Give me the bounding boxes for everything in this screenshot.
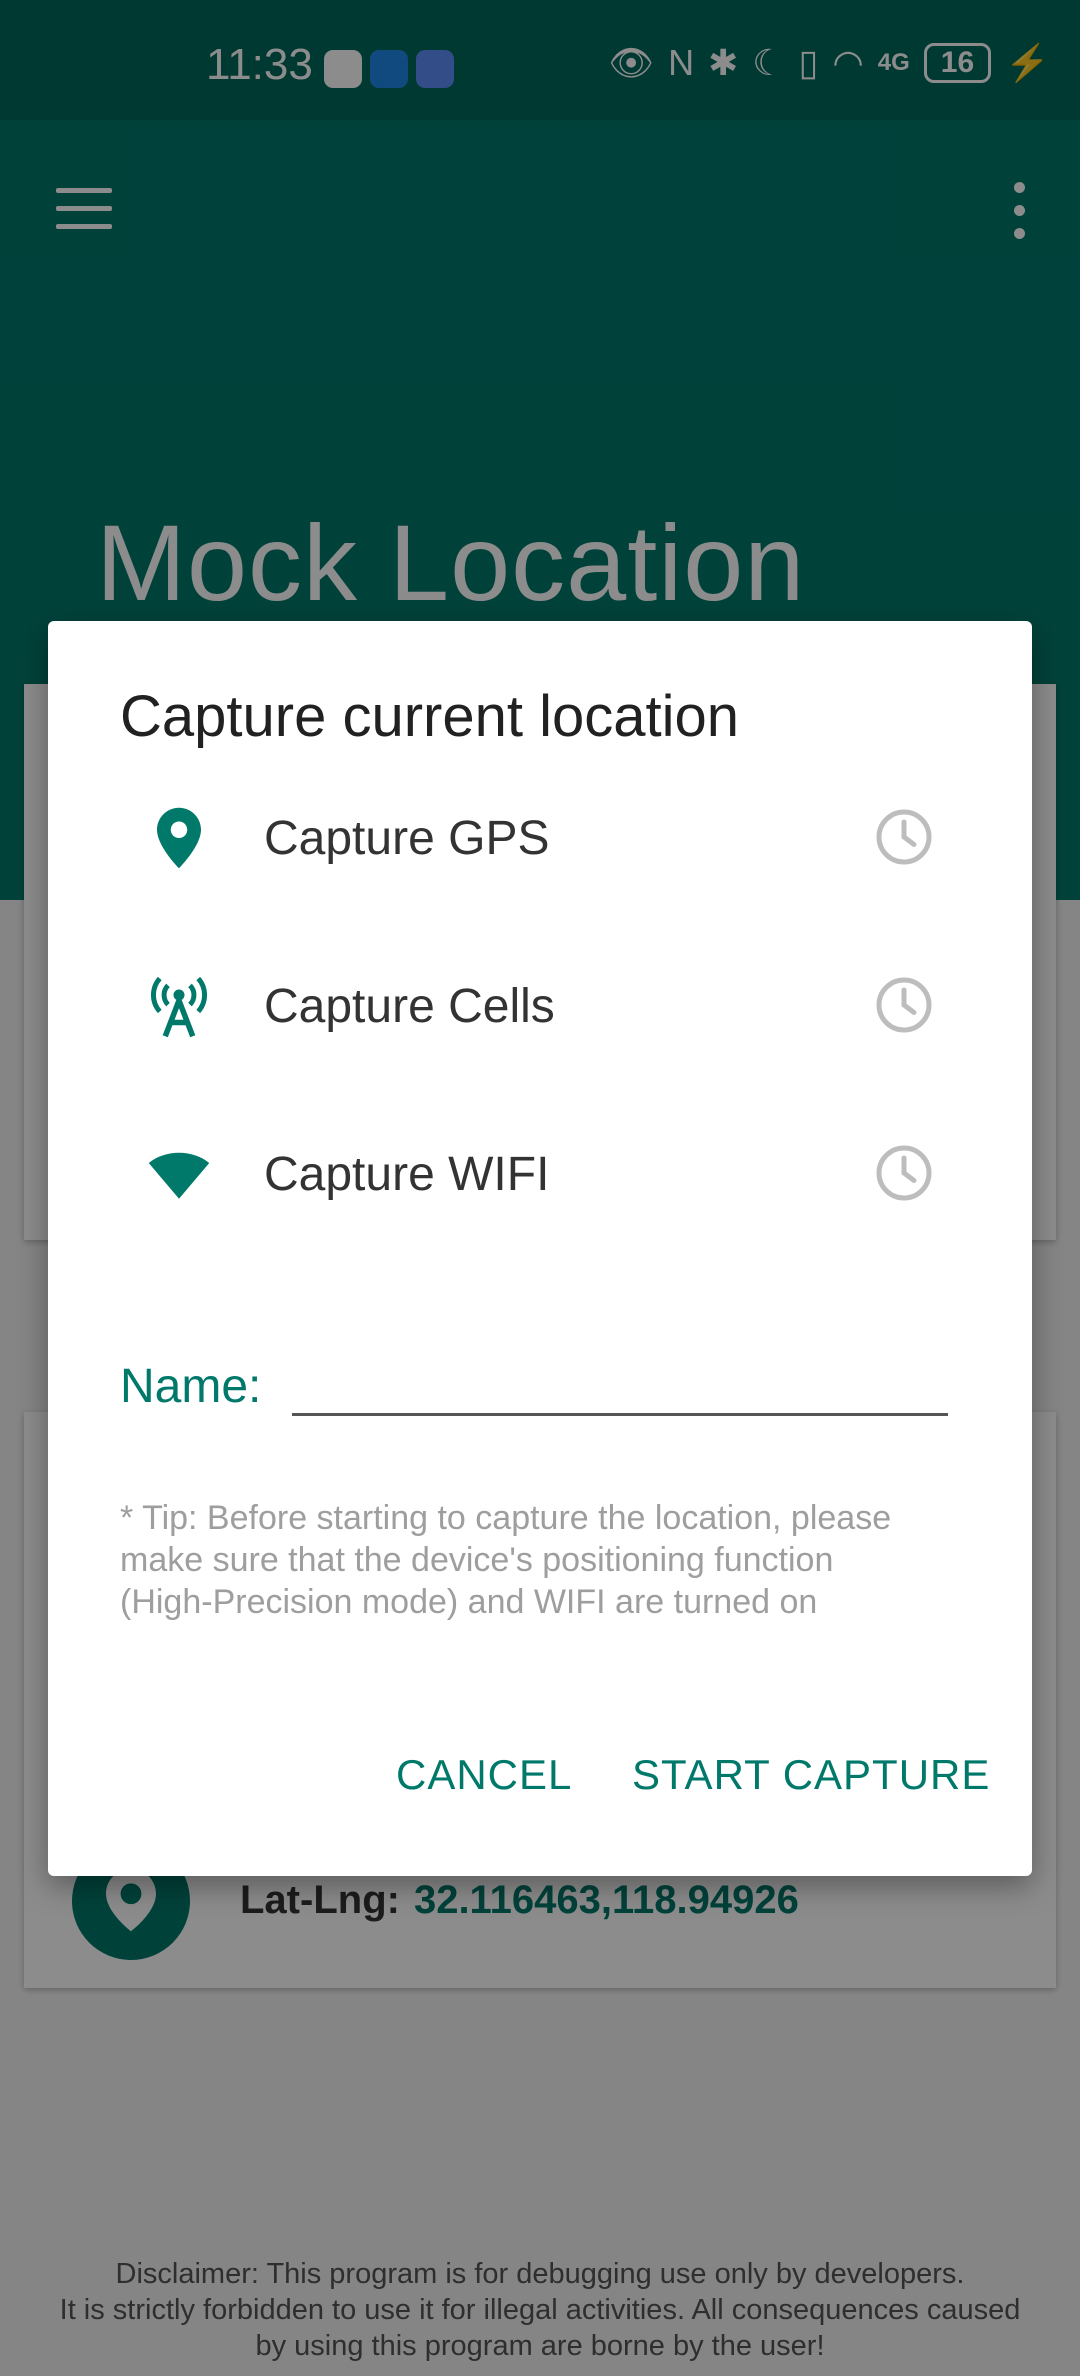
capture-gps-option[interactable]: Capture GPS <box>48 769 1032 909</box>
cell-tower-icon <box>151 976 207 1038</box>
capture-cells-option[interactable]: Capture Cells <box>48 937 1032 1077</box>
capture-wifi-option[interactable]: Capture WIFI <box>48 1105 1032 1245</box>
history-clock-icon[interactable] <box>874 807 934 867</box>
name-label: Name: <box>120 1360 262 1413</box>
capture-cells-label: Capture Cells <box>264 980 555 1033</box>
start-capture-button[interactable]: START CAPTURE <box>632 1751 990 1799</box>
history-clock-icon[interactable] <box>874 1143 934 1203</box>
dialog-title: Capture current location <box>120 684 739 749</box>
capture-location-dialog: Capture current location Capture GPS Cap… <box>48 621 1032 1876</box>
name-input[interactable] <box>292 1343 948 1416</box>
tip-text: * Tip: Before starting to capture the lo… <box>120 1499 892 1621</box>
wifi-icon <box>148 1152 210 1199</box>
history-clock-icon[interactable] <box>874 975 934 1035</box>
location-pin-icon <box>157 807 201 869</box>
capture-gps-label: Capture GPS <box>264 812 550 865</box>
capture-wifi-label: Capture WIFI <box>264 1148 550 1201</box>
cancel-button[interactable]: CANCEL <box>396 1751 572 1799</box>
